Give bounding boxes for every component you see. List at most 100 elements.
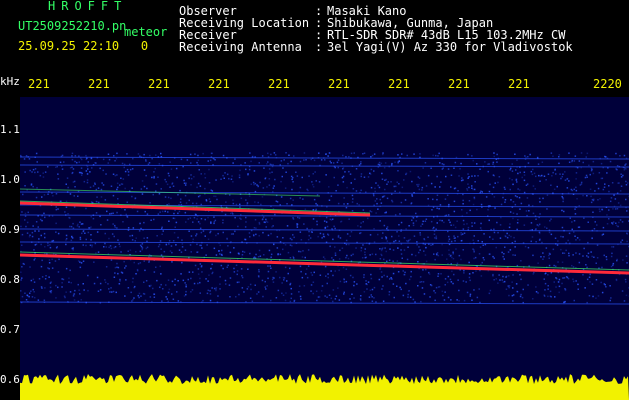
noise-speck	[316, 194, 319, 196]
noise-speck	[33, 259, 35, 261]
noise-speck	[207, 216, 209, 219]
noise-speck	[525, 210, 528, 212]
noise-speck	[446, 281, 449, 284]
noise-speck	[410, 275, 412, 278]
noise-speck	[612, 208, 614, 210]
noise-speck	[167, 300, 169, 303]
noise-speck	[519, 189, 521, 191]
noise-speck	[443, 299, 446, 301]
noise-speck	[33, 249, 35, 251]
noise-speck	[338, 299, 341, 301]
noise-speck	[532, 273, 534, 275]
noise-speck	[564, 288, 566, 290]
noise-speck	[239, 203, 241, 206]
noise-speck	[65, 206, 68, 208]
noise-speck	[507, 285, 509, 287]
noise-speck	[146, 213, 149, 215]
noise-speck	[26, 221, 29, 224]
noise-speck	[136, 269, 139, 272]
noise-speck	[127, 174, 130, 176]
noise-speck	[190, 291, 192, 293]
noise-speck	[131, 168, 134, 170]
noise-speck	[108, 158, 111, 161]
noise-speck	[112, 290, 115, 293]
noise-speck	[514, 195, 517, 197]
noise-speck	[516, 222, 519, 224]
noise-speck	[94, 242, 97, 245]
noise-speck	[299, 231, 302, 233]
noise-speck	[601, 291, 604, 294]
noise-speck	[96, 196, 98, 198]
noise-speck	[461, 177, 463, 179]
noise-speck	[44, 246, 46, 248]
noise-speck	[498, 176, 501, 178]
noise-speck	[349, 235, 351, 237]
noise-speck	[550, 233, 553, 236]
noise-speck	[598, 208, 601, 210]
noise-speck	[202, 152, 204, 155]
noise-speck	[109, 213, 111, 215]
noise-speck	[258, 162, 260, 164]
noise-speck	[55, 284, 57, 287]
noise-speck	[87, 274, 89, 277]
noise-speck	[530, 240, 532, 243]
noise-speck	[120, 177, 122, 179]
noise-speck	[509, 169, 511, 171]
noise-speck	[302, 198, 304, 200]
noise-speck	[152, 193, 154, 196]
noise-speck	[205, 278, 207, 280]
noise-speck	[153, 171, 155, 173]
noise-speck	[307, 238, 310, 241]
noise-speck	[351, 210, 354, 212]
info-value: 3el Yagi(V) Az 330 for Vladivostok	[327, 40, 573, 54]
noise-speck	[424, 220, 427, 222]
noise-speck	[625, 180, 627, 183]
noise-speck	[483, 259, 485, 261]
noise-speck	[195, 202, 198, 205]
noise-speck	[400, 288, 402, 291]
noise-speck	[115, 158, 118, 160]
noise-speck	[442, 294, 444, 297]
noise-speck	[230, 212, 232, 215]
noise-speck	[544, 273, 546, 275]
noise-speck	[425, 260, 428, 263]
noise-speck	[468, 276, 471, 279]
noise-speck	[247, 286, 250, 288]
noise-speck	[425, 218, 428, 220]
noise-speck	[110, 212, 113, 215]
noise-speck	[105, 246, 107, 248]
noise-speck	[592, 172, 595, 175]
noise-speck	[430, 182, 433, 185]
noise-speck	[411, 253, 413, 256]
noise-speck	[285, 292, 287, 294]
noise-speck	[505, 276, 507, 278]
noise-speck	[89, 186, 92, 189]
noise-speck	[274, 213, 276, 216]
noise-speck	[55, 166, 57, 168]
noise-speck	[382, 195, 385, 198]
noise-speck	[504, 201, 506, 203]
noise-speck	[148, 260, 150, 262]
noise-speck	[558, 162, 560, 165]
noise-speck	[586, 266, 588, 269]
freq-tick: 0.8	[0, 273, 20, 286]
noise-speck	[352, 188, 355, 190]
noise-speck	[466, 291, 469, 294]
noise-speck	[609, 200, 612, 203]
noise-speck	[541, 241, 543, 244]
noise-speck	[141, 247, 144, 249]
noise-speck	[318, 181, 321, 183]
noise-speck	[239, 169, 241, 172]
noise-speck	[43, 299, 46, 301]
noise-speck	[65, 234, 68, 237]
noise-speck	[370, 168, 373, 171]
noise-speck	[218, 250, 220, 252]
noise-speck	[115, 291, 117, 294]
noise-speck	[173, 217, 176, 220]
noise-speck	[321, 237, 323, 239]
noise-speck	[375, 182, 377, 184]
noise-speck	[495, 246, 497, 249]
noise-speck	[554, 169, 556, 171]
noise-speck	[377, 163, 380, 166]
noise-speck	[343, 281, 346, 283]
